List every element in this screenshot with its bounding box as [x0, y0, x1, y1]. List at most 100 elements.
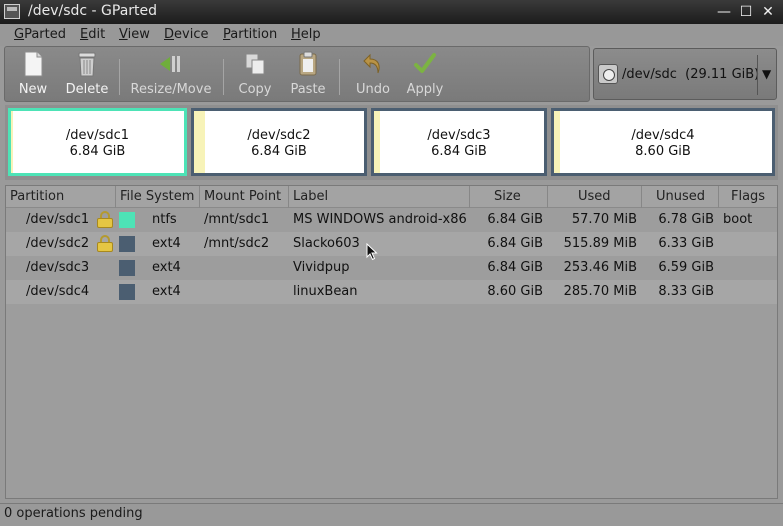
row-partition: /dev/sdc2 — [26, 236, 90, 251]
partition-table: Partition File System Mount Point Label … — [5, 185, 778, 499]
filesystem-color-swatch — [119, 236, 135, 252]
undo-button[interactable]: Undo — [351, 49, 395, 101]
toolbar: New Delete Resize/Move Copy Paste Undo A… — [4, 46, 590, 102]
table-header: Partition File System Mount Point Label … — [6, 186, 777, 208]
minimize-button[interactable]: — — [714, 2, 734, 22]
row-label: MS WINDOWS android-x86 — [293, 212, 467, 227]
graph-partition-sdc2[interactable]: /dev/sdc2 6.84 GiB — [191, 108, 367, 176]
undo-arrow-icon — [360, 49, 386, 79]
column-unused[interactable]: Unused — [642, 186, 719, 208]
apply-button[interactable]: Apply — [403, 49, 447, 101]
row-filesystem: ext4 — [152, 260, 181, 275]
menu-view[interactable]: View — [119, 27, 150, 42]
delete-button[interactable]: Delete — [63, 49, 111, 101]
row-partition: /dev/sdc3 — [26, 260, 90, 275]
copy-button[interactable]: Copy — [235, 49, 275, 101]
row-used: 515.89 MiB — [563, 236, 637, 251]
table-row[interactable]: /dev/sdc2 ext4 /mnt/sdc2 Slacko603 6.84 … — [6, 232, 777, 256]
row-used: 57.70 MiB — [571, 212, 637, 227]
mouse-cursor-icon — [366, 243, 378, 261]
lock-body — [97, 242, 113, 252]
checkmark-icon — [412, 49, 438, 79]
row-used: 285.70 MiB — [563, 284, 637, 299]
row-size: 6.84 GiB — [487, 212, 543, 227]
graph-partition-sdc3[interactable]: /dev/sdc3 6.84 GiB — [371, 108, 547, 176]
device-label: /dev/sdc (29.11 GiB) — [622, 67, 759, 82]
device-selector-separator — [757, 55, 758, 95]
column-size[interactable]: Size — [470, 186, 548, 208]
menu-device-key: D — [164, 27, 175, 42]
menu-gparted[interactable]: GParted — [14, 27, 66, 42]
row-unused: 6.33 GiB — [658, 236, 714, 251]
graph-partition-size: 6.84 GiB — [431, 144, 487, 159]
lock-icon — [97, 211, 113, 228]
menu-edit-key: E — [80, 27, 89, 42]
paste-icon — [295, 49, 321, 79]
graph-partition-name: /dev/sdc4 — [631, 128, 695, 143]
apply-button-label: Apply — [406, 82, 444, 97]
new-button[interactable]: New — [15, 49, 51, 101]
graph-partition-size: 6.84 GiB — [69, 144, 126, 159]
device-name: /dev/sdc — [622, 67, 677, 82]
new-document-icon — [20, 49, 46, 79]
resize-move-icon — [158, 49, 184, 79]
row-unused: 6.78 GiB — [658, 212, 714, 227]
device-selector[interactable]: /dev/sdc (29.11 GiB) ▼ — [593, 48, 777, 100]
menu-edit-label: dit — [88, 27, 106, 42]
column-label[interactable]: Label — [289, 186, 470, 208]
column-used[interactable]: Used — [548, 186, 642, 208]
column-mount-point[interactable]: Mount Point — [200, 186, 289, 208]
menu-device-label: evice — [174, 27, 209, 42]
close-button[interactable]: ✕ — [758, 2, 778, 22]
row-used: 253.46 MiB — [563, 260, 637, 275]
menu-help-key: H — [291, 27, 301, 42]
menu-partition[interactable]: Partition — [223, 27, 277, 42]
row-filesystem: ext4 — [152, 284, 181, 299]
resize-move-label: Resize/Move — [130, 82, 212, 97]
row-flags: boot — [723, 212, 753, 227]
toolbar-separator — [223, 59, 224, 95]
table-row[interactable]: /dev/sdc4 ext4 linuxBean 8.60 GiB 285.70… — [6, 280, 777, 304]
menu-view-label: iew — [127, 27, 150, 42]
maximize-button[interactable]: ☐ — [736, 2, 756, 22]
row-partition: /dev/sdc1 — [26, 212, 90, 227]
row-size: 6.84 GiB — [487, 260, 543, 275]
app-icon — [4, 4, 20, 19]
menu-edit[interactable]: Edit — [80, 27, 105, 42]
column-filesystem[interactable]: File System — [116, 186, 200, 208]
row-filesystem: ext4 — [152, 236, 181, 251]
lock-body — [97, 218, 113, 228]
window-title: /dev/sdc - GParted — [28, 3, 158, 19]
status-bar: 0 operations pending — [0, 503, 783, 526]
row-size: 8.60 GiB — [487, 284, 543, 299]
row-label: Slacko603 — [293, 236, 360, 251]
row-filesystem: ntfs — [152, 212, 177, 227]
resize-move-button[interactable]: Resize/Move — [129, 49, 213, 101]
paste-button[interactable]: Paste — [287, 49, 329, 101]
partition-graph: /dev/sdc1 6.84 GiB /dev/sdc2 6.84 GiB /d… — [5, 105, 778, 180]
column-flags[interactable]: Flags — [719, 186, 777, 208]
graph-partition-name: /dev/sdc2 — [247, 128, 311, 143]
toolbar-separator — [339, 59, 340, 95]
menu-partition-label: artition — [230, 27, 278, 42]
row-size: 6.84 GiB — [487, 236, 543, 251]
row-label: Vividpup — [293, 260, 350, 275]
device-size: (29.11 GiB) — [685, 67, 760, 82]
table-row[interactable]: /dev/sdc3 ext4 Vividpup 6.84 GiB 253.46 … — [6, 256, 777, 280]
menu-help[interactable]: Help — [291, 27, 321, 42]
trash-icon — [74, 49, 100, 79]
disk-icon — [598, 64, 618, 84]
row-unused: 8.33 GiB — [658, 284, 714, 299]
menu-device[interactable]: Device — [164, 27, 208, 42]
graph-partition-size: 6.84 GiB — [251, 144, 307, 159]
graph-partition-size: 8.60 GiB — [635, 144, 691, 159]
menu-view-key: V — [119, 27, 128, 42]
graph-partition-sdc4[interactable]: /dev/sdc4 8.60 GiB — [551, 108, 775, 176]
status-text: 0 operations pending — [4, 506, 143, 521]
graph-partition-sdc1[interactable]: /dev/sdc1 6.84 GiB — [8, 108, 187, 176]
graph-partition-name: /dev/sdc1 — [65, 128, 130, 143]
row-unused: 6.59 GiB — [658, 260, 714, 275]
table-row[interactable]: /dev/sdc1 ntfs /mnt/sdc1 MS WINDOWS andr… — [6, 208, 777, 232]
column-partition[interactable]: Partition — [6, 186, 116, 208]
copy-icon — [242, 49, 268, 79]
